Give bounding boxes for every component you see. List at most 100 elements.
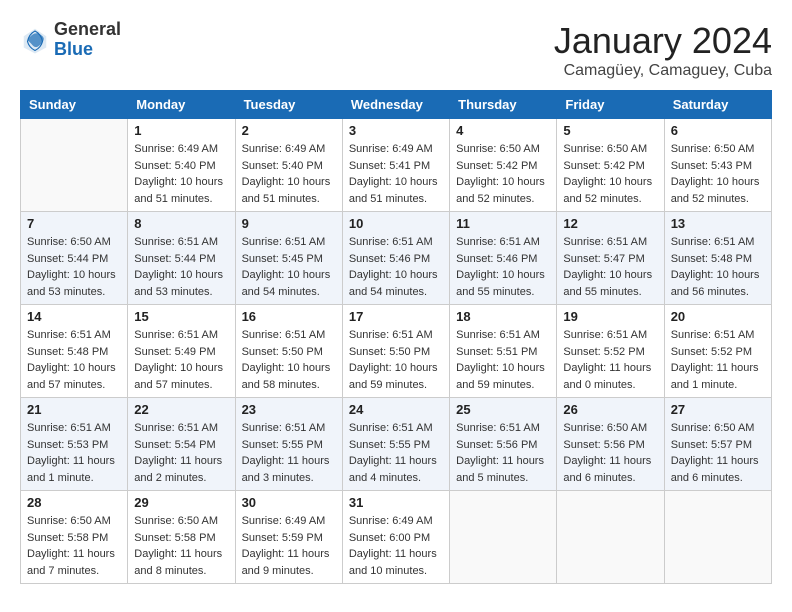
day-info: Sunrise: 6:51 AMSunset: 5:48 PMDaylight:… (27, 327, 121, 393)
day-number: 13 (671, 216, 765, 231)
calendar-day-cell: 19 Sunrise: 6:51 AMSunset: 5:52 PMDayligh… (557, 305, 664, 398)
logo-blue-text: Blue (54, 39, 93, 59)
day-number: 16 (242, 309, 336, 324)
calendar-header-friday: Friday (557, 91, 664, 119)
day-number: 29 (134, 495, 228, 510)
day-number: 15 (134, 309, 228, 324)
calendar-day-cell: 16 Sunrise: 6:51 AMSunset: 5:50 PMDayligh… (235, 305, 342, 398)
calendar-header-monday: Monday (128, 91, 235, 119)
calendar-week-row: 14 Sunrise: 6:51 AMSunset: 5:48 PMDayligh… (21, 305, 772, 398)
day-number: 23 (242, 402, 336, 417)
day-number: 26 (563, 402, 657, 417)
day-number: 3 (349, 123, 443, 138)
calendar-day-cell (664, 491, 771, 584)
calendar-day-cell: 24 Sunrise: 6:51 AMSunset: 5:55 PMDayligh… (342, 398, 449, 491)
header: General Blue January 2024 Camagüey, Cama… (20, 20, 772, 80)
logo-text: General Blue (54, 20, 121, 60)
day-info: Sunrise: 6:51 AMSunset: 5:55 PMDaylight:… (349, 420, 443, 486)
calendar-week-row: 7Sunrise: 6:50 AMSunset: 5:44 PMDaylight… (21, 212, 772, 305)
day-info: Sunrise: 6:51 AMSunset: 5:44 PMDaylight:… (134, 234, 228, 300)
day-number: 17 (349, 309, 443, 324)
calendar-day-cell: 2Sunrise: 6:49 AMSunset: 5:40 PMDaylight… (235, 119, 342, 212)
day-info: Sunrise: 6:51 AMSunset: 5:46 PMDaylight:… (456, 234, 550, 300)
calendar-day-cell: 6 Sunrise: 6:50 AMSunset: 5:43 PMDaylight… (664, 119, 771, 212)
calendar-day-cell: 26 Sunrise: 6:50 AMSunset: 5:56 PMDayligh… (557, 398, 664, 491)
calendar-day-cell (21, 119, 128, 212)
calendar-header-sunday: Sunday (21, 91, 128, 119)
day-number: 27 (671, 402, 765, 417)
day-info: Sunrise: 6:51 AMSunset: 5:52 PMDaylight:… (671, 327, 765, 393)
day-number: 6 (671, 123, 765, 138)
title-area: January 2024 Camagüey, Camaguey, Cuba (554, 20, 772, 80)
calendar-day-cell: 29 Sunrise: 6:50 AMSunset: 5:58 PMDayligh… (128, 491, 235, 584)
day-info: Sunrise: 6:51 AMSunset: 5:52 PMDaylight:… (563, 327, 657, 393)
logo: General Blue (20, 20, 121, 60)
calendar-header-wednesday: Wednesday (342, 91, 449, 119)
calendar-header-tuesday: Tuesday (235, 91, 342, 119)
day-info: Sunrise: 6:50 AMSunset: 5:56 PMDaylight:… (563, 420, 657, 486)
day-info: Sunrise: 6:49 AMSunset: 5:40 PMDaylight:… (242, 141, 336, 207)
month-title: January 2024 (554, 20, 772, 62)
day-number: 24 (349, 402, 443, 417)
calendar-day-cell: 17 Sunrise: 6:51 AMSunset: 5:50 PMDayligh… (342, 305, 449, 398)
day-number: 20 (671, 309, 765, 324)
calendar-day-cell: 21 Sunrise: 6:51 AMSunset: 5:53 PMDayligh… (21, 398, 128, 491)
day-info: Sunrise: 6:51 AMSunset: 5:53 PMDaylight:… (27, 420, 121, 486)
calendar-day-cell: 14 Sunrise: 6:51 AMSunset: 5:48 PMDayligh… (21, 305, 128, 398)
day-number: 30 (242, 495, 336, 510)
day-number: 19 (563, 309, 657, 324)
calendar-day-cell: 3 Sunrise: 6:49 AMSunset: 5:41 PMDaylight… (342, 119, 449, 212)
calendar-day-cell (450, 491, 557, 584)
day-info: Sunrise: 6:50 AMSunset: 5:44 PMDaylight:… (27, 234, 121, 300)
calendar-week-row: 1 Sunrise: 6:49 AMSunset: 5:40 PMDaylight… (21, 119, 772, 212)
day-number: 31 (349, 495, 443, 510)
calendar-day-cell: 27Sunrise: 6:50 AMSunset: 5:57 PMDayligh… (664, 398, 771, 491)
day-info: Sunrise: 6:51 AMSunset: 5:48 PMDaylight:… (671, 234, 765, 300)
day-number: 21 (27, 402, 121, 417)
calendar-day-cell: 18 Sunrise: 6:51 AMSunset: 5:51 PMDayligh… (450, 305, 557, 398)
day-info: Sunrise: 6:50 AMSunset: 5:58 PMDaylight:… (134, 513, 228, 579)
calendar-day-cell: 30 Sunrise: 6:49 AMSunset: 5:59 PMDayligh… (235, 491, 342, 584)
calendar-day-cell: 15 Sunrise: 6:51 AMSunset: 5:49 PMDayligh… (128, 305, 235, 398)
day-info: Sunrise: 6:49 AMSunset: 5:40 PMDaylight:… (134, 141, 228, 207)
day-info: Sunrise: 6:49 AMSunset: 5:59 PMDaylight:… (242, 513, 336, 579)
day-info: Sunrise: 6:51 AMSunset: 5:50 PMDaylight:… (349, 327, 443, 393)
calendar-day-cell: 8 Sunrise: 6:51 AMSunset: 5:44 PMDaylight… (128, 212, 235, 305)
day-number: 18 (456, 309, 550, 324)
day-number: 11 (456, 216, 550, 231)
day-info: Sunrise: 6:51 AMSunset: 5:46 PMDaylight:… (349, 234, 443, 300)
day-info: Sunrise: 6:51 AMSunset: 5:50 PMDaylight:… (242, 327, 336, 393)
day-info: Sunrise: 6:50 AMSunset: 5:58 PMDaylight:… (27, 513, 121, 579)
calendar-day-cell: 9Sunrise: 6:51 AMSunset: 5:45 PMDaylight… (235, 212, 342, 305)
day-info: Sunrise: 6:49 AMSunset: 5:41 PMDaylight:… (349, 141, 443, 207)
calendar-day-cell: 22 Sunrise: 6:51 AMSunset: 5:54 PMDayligh… (128, 398, 235, 491)
day-info: Sunrise: 6:51 AMSunset: 5:47 PMDaylight:… (563, 234, 657, 300)
day-info: Sunrise: 6:51 AMSunset: 5:49 PMDaylight:… (134, 327, 228, 393)
calendar-day-cell: 20 Sunrise: 6:51 AMSunset: 5:52 PMDayligh… (664, 305, 771, 398)
calendar-day-cell: 4 Sunrise: 6:50 AMSunset: 5:42 PMDaylight… (450, 119, 557, 212)
day-number: 12 (563, 216, 657, 231)
day-info: Sunrise: 6:51 AMSunset: 5:51 PMDaylight:… (456, 327, 550, 393)
day-number: 8 (134, 216, 228, 231)
day-info: Sunrise: 6:51 AMSunset: 5:55 PMDaylight:… (242, 420, 336, 486)
logo-general-text: General (54, 19, 121, 39)
calendar-day-cell: 23 Sunrise: 6:51 AMSunset: 5:55 PMDayligh… (235, 398, 342, 491)
calendar-day-cell: 31 Sunrise: 6:49 AMSunset: 6:00 PMDayligh… (342, 491, 449, 584)
calendar-day-cell: 13 Sunrise: 6:51 AMSunset: 5:48 PMDayligh… (664, 212, 771, 305)
calendar-day-cell: 1 Sunrise: 6:49 AMSunset: 5:40 PMDaylight… (128, 119, 235, 212)
day-number: 14 (27, 309, 121, 324)
day-info: Sunrise: 6:50 AMSunset: 5:42 PMDaylight:… (456, 141, 550, 207)
calendar-table: SundayMondayTuesdayWednesdayThursdayFrid… (20, 90, 772, 584)
calendar-header-thursday: Thursday (450, 91, 557, 119)
day-number: 25 (456, 402, 550, 417)
day-info: Sunrise: 6:51 AMSunset: 5:54 PMDaylight:… (134, 420, 228, 486)
day-info: Sunrise: 6:51 AMSunset: 5:56 PMDaylight:… (456, 420, 550, 486)
calendar-week-row: 21 Sunrise: 6:51 AMSunset: 5:53 PMDayligh… (21, 398, 772, 491)
day-info: Sunrise: 6:49 AMSunset: 6:00 PMDaylight:… (349, 513, 443, 579)
day-number: 22 (134, 402, 228, 417)
day-number: 4 (456, 123, 550, 138)
day-number: 1 (134, 123, 228, 138)
calendar-day-cell (557, 491, 664, 584)
location-title: Camagüey, Camaguey, Cuba (554, 62, 772, 80)
day-info: Sunrise: 6:50 AMSunset: 5:43 PMDaylight:… (671, 141, 765, 207)
